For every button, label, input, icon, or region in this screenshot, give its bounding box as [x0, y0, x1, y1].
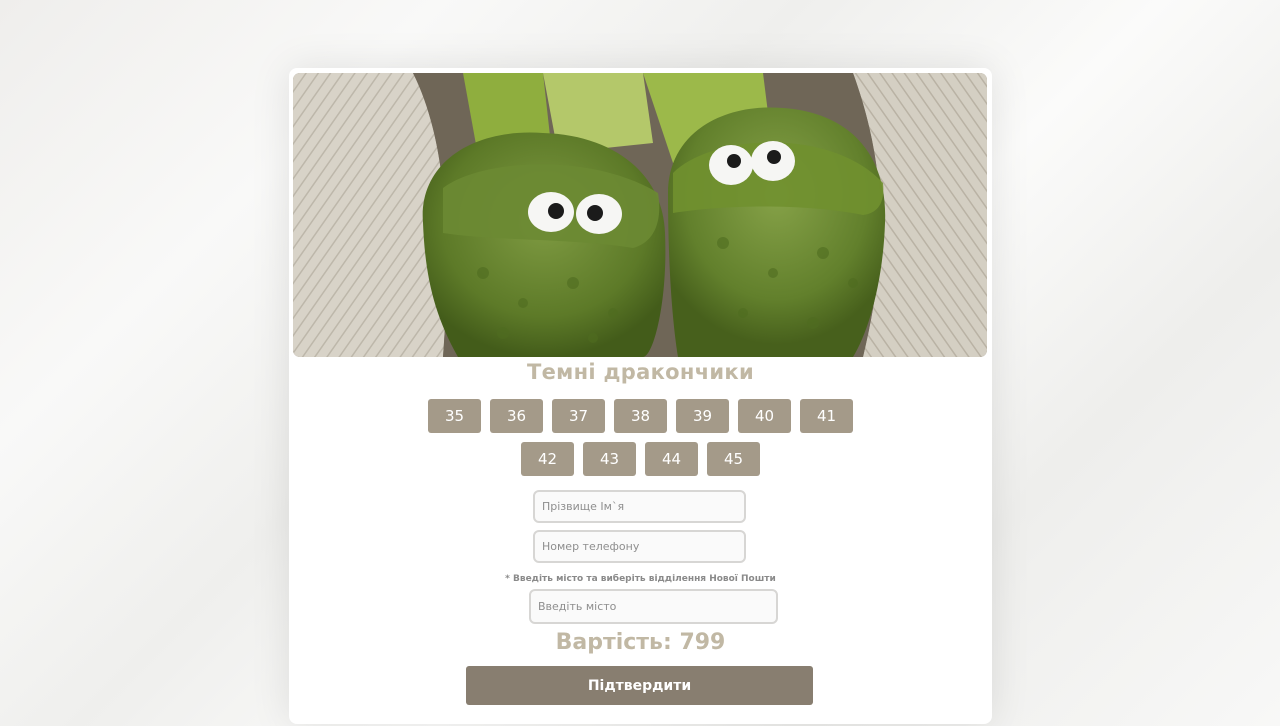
size-button-35[interactable]: 35 — [428, 399, 481, 433]
size-button-36[interactable]: 36 — [490, 399, 543, 433]
full-name-input[interactable] — [533, 490, 746, 523]
product-title: Темні дракончики — [526, 360, 754, 384]
size-button-45[interactable]: 45 — [707, 442, 760, 476]
size-button-43[interactable]: 43 — [583, 442, 636, 476]
delivery-hint: * Введіть місто та виберіть відділення Н… — [505, 574, 776, 584]
confirm-button[interactable]: Підтвердити — [466, 666, 813, 705]
size-options-row-2: 42 43 44 45 — [289, 442, 992, 476]
product-card: Темні дракончики 35 36 37 38 39 40 41 42… — [289, 68, 992, 724]
size-button-39[interactable]: 39 — [676, 399, 729, 433]
city-input[interactable] — [529, 589, 778, 624]
phone-number-input[interactable] — [533, 530, 746, 563]
size-button-41[interactable]: 41 — [800, 399, 853, 433]
product-photo — [293, 73, 987, 357]
price-label: Вартість: — [555, 630, 672, 655]
size-button-42[interactable]: 42 — [521, 442, 574, 476]
size-button-44[interactable]: 44 — [645, 442, 698, 476]
price: Вартість: 799 — [289, 630, 992, 655]
size-button-40[interactable]: 40 — [738, 399, 791, 433]
price-value: 799 — [679, 630, 726, 655]
size-button-38[interactable]: 38 — [614, 399, 667, 433]
size-options-row-1: 35 36 37 38 39 40 41 — [289, 399, 992, 433]
size-button-37[interactable]: 37 — [552, 399, 605, 433]
